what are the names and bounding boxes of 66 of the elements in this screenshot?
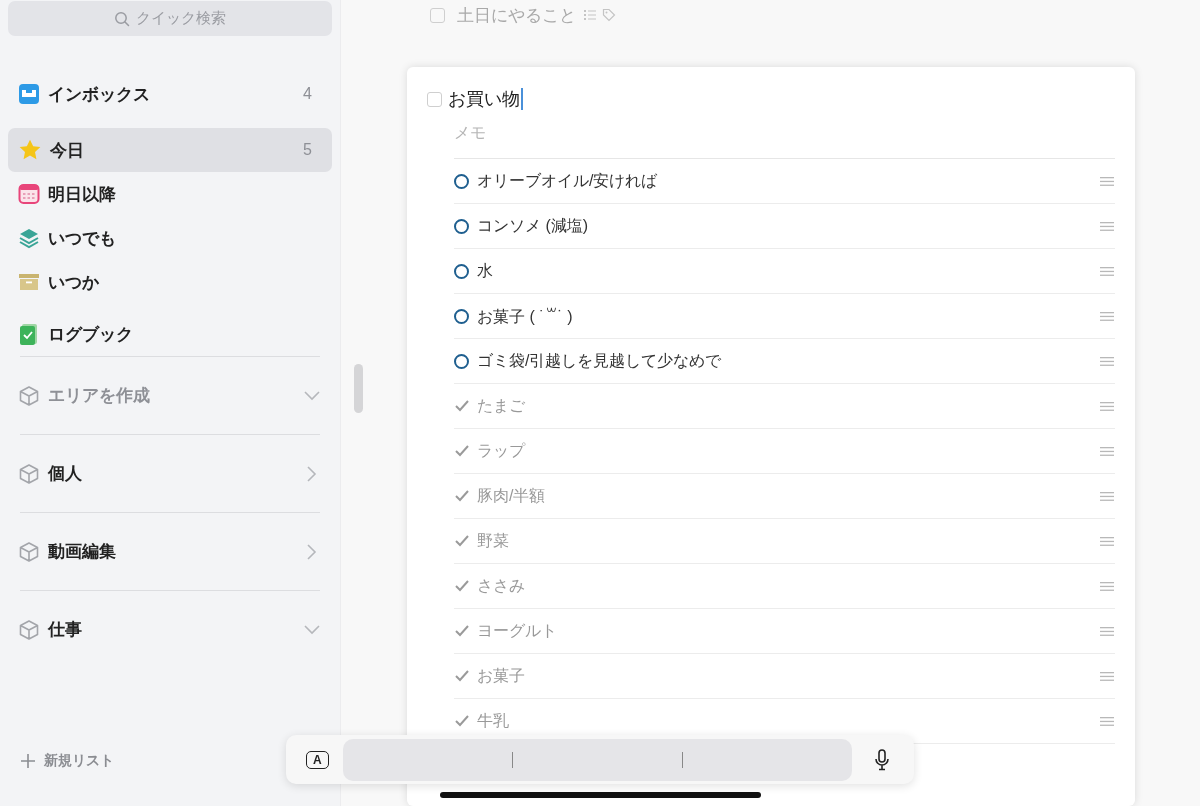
checklist-icon — [584, 9, 596, 21]
area-item[interactable]: 仕事 — [8, 591, 332, 668]
area-item[interactable]: 動画編集 — [8, 513, 332, 590]
checkmark-icon[interactable] — [455, 400, 469, 412]
checkmark-icon[interactable] — [455, 580, 469, 592]
checklist-circle[interactable] — [454, 263, 469, 279]
chevron-down-icon — [304, 390, 320, 401]
checkmark-icon[interactable] — [455, 715, 469, 727]
star-icon — [18, 138, 42, 162]
item-count: 4 — [303, 85, 312, 103]
sidebar-item[interactable]: インボックス 4 — [8, 72, 332, 116]
drag-handle-icon[interactable] — [1100, 311, 1114, 321]
sidebar-item[interactable]: いつか — [8, 260, 332, 304]
checklist-item[interactable]: お菓子 ( ˙꒳˙ ) — [477, 304, 1092, 328]
drag-handle-icon[interactable] — [1100, 491, 1114, 501]
drag-handle-icon[interactable] — [1100, 581, 1114, 591]
checkmark-icon[interactable] — [455, 670, 469, 682]
drag-handle-icon[interactable] — [1100, 716, 1114, 726]
sidebar-item[interactable]: 今日 5 — [8, 128, 332, 172]
sidebar-item[interactable]: 明日以降 — [8, 172, 332, 216]
checklist-circle[interactable] — [454, 353, 469, 369]
checkmark-icon[interactable] — [455, 445, 469, 457]
layers-icon — [18, 227, 40, 249]
calendar-icon — [18, 183, 40, 205]
checklist-circle[interactable] — [454, 173, 469, 189]
tag-icon — [602, 8, 616, 22]
drag-handle-icon[interactable] — [1100, 356, 1114, 366]
drag-handle-icon[interactable] — [1100, 176, 1114, 186]
inbox-icon — [18, 83, 40, 105]
plus-icon — [20, 753, 36, 769]
task-checkbox[interactable] — [427, 91, 442, 107]
drag-handle-icon[interactable] — [1100, 446, 1114, 456]
checklist-item[interactable]: ゴミ袋/引越しを見越して少なめで — [477, 350, 1092, 372]
cube-icon — [18, 462, 40, 485]
keyboard-key[interactable]: A — [306, 750, 329, 769]
checklist-item[interactable]: オリーブオイル/安ければ — [477, 170, 1092, 192]
chevron-right-icon — [307, 465, 317, 482]
sidebar-item[interactable]: いつでも — [8, 216, 332, 260]
task-checkbox[interactable] — [430, 7, 445, 23]
item-count: 5 — [303, 141, 312, 159]
sidebar-item[interactable]: ログブック — [8, 312, 332, 356]
checklist-item[interactable]: 水 — [477, 260, 1092, 282]
search-icon — [114, 10, 130, 27]
drag-handle-icon[interactable] — [1100, 626, 1114, 636]
cube-icon — [18, 540, 40, 563]
checklist-item[interactable]: コンソメ (減塩) — [477, 215, 1092, 237]
chevron-right-icon — [307, 543, 317, 560]
checkmark-icon[interactable] — [455, 625, 469, 637]
checklist-circle[interactable] — [454, 218, 469, 234]
drag-handle-icon[interactable] — [1100, 536, 1114, 546]
microphone-icon[interactable] — [874, 748, 890, 771]
box-icon — [18, 271, 40, 293]
drag-handle-icon[interactable] — [1100, 266, 1114, 276]
cube-icon — [18, 384, 40, 407]
checkmark-icon[interactable] — [455, 535, 469, 547]
title-field[interactable]: お買い物 — [448, 87, 523, 111]
drag-handle-icon[interactable] — [1100, 401, 1114, 411]
cube-icon — [18, 618, 40, 641]
drag-handle-icon[interactable] — [1100, 221, 1114, 231]
area-item[interactable]: 個人 — [8, 435, 332, 512]
logbook-icon — [18, 322, 40, 346]
checkmark-icon[interactable] — [455, 490, 469, 502]
drag-handle-icon[interactable] — [1100, 671, 1114, 681]
chevron-down-icon — [304, 624, 320, 635]
checklist-circle[interactable] — [454, 308, 469, 324]
resize-handle[interactable] — [354, 364, 363, 413]
